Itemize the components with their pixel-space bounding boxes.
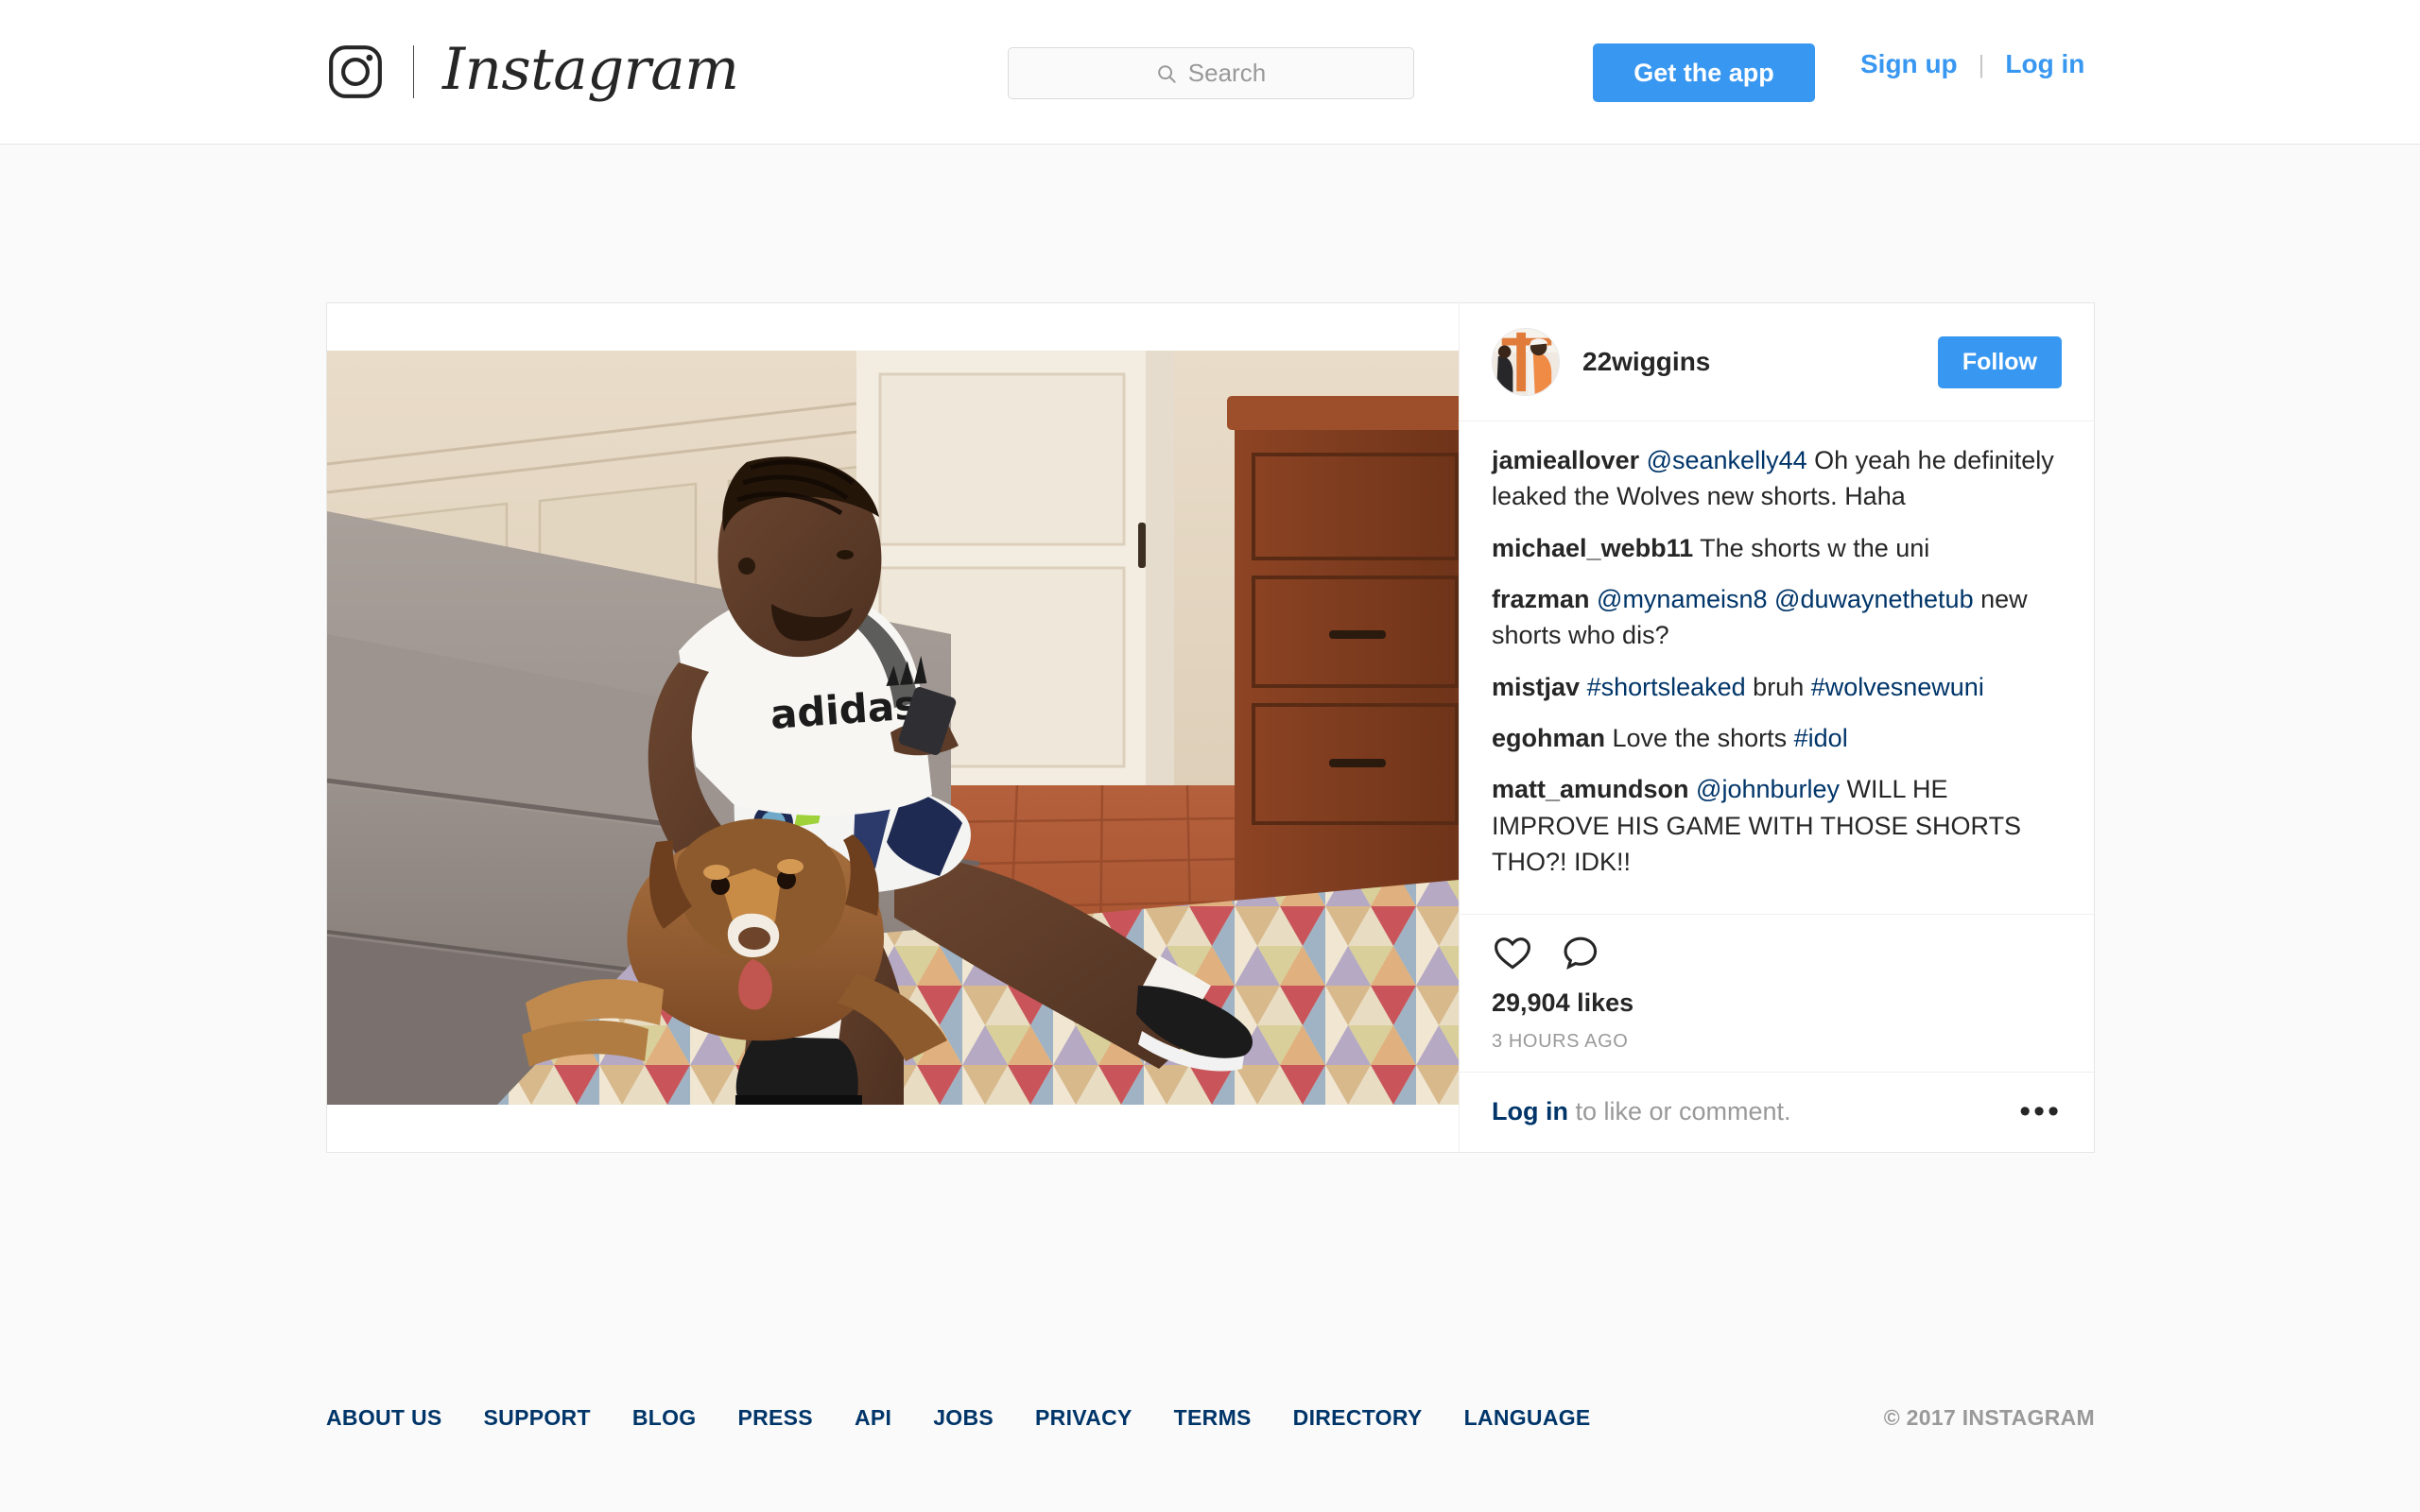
more-options-icon[interactable]: •••	[2019, 1095, 2062, 1127]
comment: michael_webb11 The shorts w the uni	[1492, 530, 2062, 566]
comment-mention[interactable]: @seankelly44	[1639, 446, 1807, 474]
avatar-image	[1493, 329, 1559, 395]
heart-icon[interactable]	[1492, 932, 1533, 973]
like-count: 29,904 likes	[1492, 988, 1634, 1017]
footer-link-press[interactable]: PRESS	[737, 1405, 812, 1431]
login-prompt: Log in to like or comment.	[1492, 1097, 1791, 1126]
comment-mention[interactable]: @johnburley	[1689, 775, 1840, 803]
copyright: © 2017 INSTAGRAM	[1883, 1404, 2095, 1430]
comment-author[interactable]: jamieallover	[1492, 446, 1639, 474]
search-input[interactable]: Search	[1008, 47, 1414, 99]
comment: egohman Love the shorts #idol	[1492, 720, 2062, 756]
footer-link-directory[interactable]: DIRECTORY	[1293, 1405, 1423, 1431]
avatar[interactable]	[1492, 328, 1560, 396]
search-placeholder: Search	[1187, 59, 1267, 87]
comment-list: jamieallover @seankelly44 Oh yeah he def…	[1460, 421, 2094, 914]
login-prompt-text: to like or comment.	[1567, 1096, 1791, 1125]
speech-bubble-icon[interactable]	[1560, 932, 1601, 973]
post-card: adidas 22wiggins Follow jamieallover @se…	[326, 302, 2095, 1153]
comment-hashtag[interactable]: #shortsleaked	[1580, 673, 1746, 701]
log-in-link[interactable]: Log in	[2005, 49, 2084, 79]
footer-links: ABOUT US SUPPORT BLOG PRESS API JOBS PRIVACY TE…	[326, 1405, 1633, 1431]
auth-separator: |	[1978, 49, 1985, 78]
footer-link-terms[interactable]: TERMS	[1174, 1405, 1252, 1431]
get-the-app-button[interactable]: Get the app	[1593, 43, 1815, 102]
comment: frazman @mynameisn8 @duwaynethetub new s…	[1492, 581, 2062, 654]
post-sidebar: 22wiggins Follow jamieallover @seankelly…	[1459, 303, 2094, 1152]
comment: mistjav #shortsleaked bruh #wolvesnewuni	[1492, 669, 2062, 705]
footer-link-language[interactable]: LANGUAGE	[1464, 1405, 1591, 1431]
sign-up-link[interactable]: Sign up	[1860, 49, 1958, 79]
login-prompt-row: Log in to like or comment. •••	[1460, 1072, 2094, 1152]
comment-author[interactable]: egohman	[1492, 724, 1605, 752]
follow-button[interactable]: Follow	[1937, 335, 2062, 388]
brand-logo[interactable]: Instagram	[326, 31, 739, 112]
comment: jamieallover @seankelly44 Oh yeah he def…	[1492, 442, 2062, 515]
auth-links: Sign up | Log in	[1860, 49, 2084, 79]
site-footer: ABOUT US SUPPORT BLOG PRESS API JOBS PRIVACY TE…	[0, 1361, 2420, 1474]
post-header: 22wiggins Follow	[1460, 303, 2094, 421]
footer-link-privacy[interactable]: PRIVACY	[1035, 1405, 1132, 1431]
site-header: Instagram Search Get the app Sign up | L…	[0, 0, 2420, 145]
footer-link-blog[interactable]: BLOG	[632, 1405, 697, 1431]
comment-hashtag[interactable]: #wolvesnewuni	[1811, 673, 1984, 701]
post-actions: 29,904 likes 3 HOURS AGO	[1460, 914, 2094, 1053]
brand-wordmark[interactable]: Instagram	[442, 41, 739, 98]
footer-link-api[interactable]: API	[855, 1405, 891, 1431]
comment: matt_amundson @johnburley WILL HE IMPROV…	[1492, 771, 2062, 880]
footer-link-about-us[interactable]: ABOUT US	[326, 1405, 442, 1431]
comment-author[interactable]: frazman	[1492, 585, 1590, 613]
post-photo[interactable]: adidas	[327, 351, 1459, 1105]
footer-link-jobs[interactable]: JOBS	[933, 1405, 994, 1431]
comment-mention[interactable]: @duwaynethetub	[1774, 585, 1974, 613]
comment-text: The shorts w the uni	[1693, 533, 1930, 562]
post-photo-column: adidas	[327, 303, 1459, 1152]
post-timestamp: 3 HOURS AGO	[1492, 1031, 1629, 1052]
post-username[interactable]: 22wiggins	[1582, 347, 1938, 377]
login-prompt-link[interactable]: Log in	[1492, 1097, 1568, 1125]
search-icon	[1156, 63, 1177, 84]
footer-link-support[interactable]: SUPPORT	[484, 1405, 591, 1431]
comment-text: Love the shorts	[1605, 723, 1794, 752]
comment-text: bruh	[1745, 672, 1811, 701]
comment-hashtag[interactable]: #idol	[1794, 724, 1848, 752]
post-photo-illustration: adidas	[327, 351, 1459, 1105]
comment-mention[interactable]: @mynameisn8	[1590, 585, 1767, 613]
comment-author[interactable]: matt_amundson	[1492, 775, 1689, 803]
comment-author[interactable]: michael_webb11	[1492, 534, 1693, 562]
comment-text	[1768, 585, 1775, 613]
comment-author[interactable]: mistjav	[1492, 673, 1580, 701]
brand-divider	[413, 45, 414, 98]
instagram-camera-icon[interactable]	[326, 43, 385, 101]
